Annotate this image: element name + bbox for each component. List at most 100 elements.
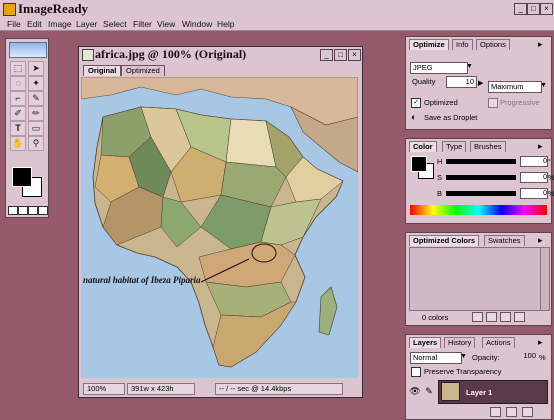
paintbrush-tool-icon[interactable]: ✐ — [10, 106, 26, 121]
blend-mode-select[interactable]: Normal — [410, 352, 462, 364]
crop-tool-icon[interactable]: ⌐ — [10, 91, 26, 106]
africa-map-image: natural habitat of Ibeza Piparia — [81, 77, 358, 378]
lock-color-icon[interactable] — [472, 312, 483, 322]
saturation-unit: % — [548, 173, 554, 182]
progressive-checkbox[interactable] — [488, 98, 498, 108]
new-color-icon[interactable] — [500, 312, 511, 322]
quality-label: Quality — [412, 77, 436, 86]
tab-history[interactable]: History — [444, 337, 476, 348]
menu-view[interactable]: View — [157, 19, 175, 29]
lasso-tool-icon[interactable]: ◌ — [10, 76, 26, 91]
optimized-label: Optimized — [424, 98, 458, 107]
format-select[interactable]: JPEG — [410, 62, 468, 74]
color-panel-menu-icon[interactable]: ▸ — [538, 141, 543, 151]
maximize-icon[interactable]: □ — [527, 3, 540, 15]
hue-slider[interactable] — [446, 159, 516, 164]
tab-color[interactable]: Color — [409, 141, 437, 152]
hue-value[interactable]: 0 — [520, 156, 548, 167]
menu-edit[interactable]: Edit — [27, 19, 42, 29]
optimized-colors-panel: Optimized Colors Swatches ▸ 0 colors — [405, 232, 552, 326]
screen-mode-icon[interactable] — [28, 206, 38, 215]
eraser-tool-icon[interactable]: ▭ — [28, 121, 44, 136]
droplet-icon[interactable]: ◐ — [411, 112, 416, 122]
menu-image[interactable]: Image — [48, 19, 72, 29]
pencil-tool-icon[interactable]: ✏ — [28, 106, 44, 121]
blend-mode-dropdown-icon[interactable]: ▼ — [460, 353, 467, 360]
tab-optimize[interactable]: Optimize — [409, 39, 449, 50]
menu-window[interactable]: Window — [182, 19, 212, 29]
tab-info[interactable]: Info — [452, 39, 473, 50]
imageready-logo-icon — [9, 42, 47, 58]
menu-filter[interactable]: Filter — [133, 19, 152, 29]
color-panel: Color Type Brushes ▸ H 0 ° S 0 % B 0 % — [405, 138, 554, 224]
color-table-area[interactable] — [409, 247, 541, 311]
africa-map-graphic — [81, 77, 358, 368]
quality-preset-select[interactable]: Maximum — [488, 81, 542, 93]
tab-actions[interactable]: Actions — [482, 337, 515, 348]
optimized-checkbox[interactable]: ✓ — [411, 98, 421, 108]
color-spectrum-bar[interactable] — [410, 205, 547, 215]
layer-thumbnail — [441, 382, 460, 401]
zoom-tool-icon[interactable]: ⚲ — [28, 136, 44, 151]
doc-minimize-icon[interactable]: _ — [320, 49, 333, 61]
new-layer-set-icon[interactable] — [490, 407, 501, 417]
color-table-scrollbar[interactable] — [540, 247, 550, 311]
marquee-tool-icon[interactable]: ⬚ — [10, 61, 26, 76]
quality-arrow-icon[interactable]: ▶ — [478, 79, 483, 87]
opacity-label: Opacity: — [472, 353, 500, 362]
tab-optimized[interactable]: Optimized — [121, 65, 165, 76]
tab-optimized-colors[interactable]: Optimized Colors — [409, 235, 480, 246]
slice-tool-icon[interactable]: ✎ — [28, 91, 44, 106]
type-tool-icon[interactable]: T — [10, 121, 26, 136]
hand-tool-icon[interactable]: ✋ — [10, 136, 26, 151]
web-shift-icon[interactable] — [486, 312, 497, 322]
panel-menu-icon[interactable]: ▸ — [538, 39, 543, 49]
optimize-panel: Optimize Info Options ▸ JPEG ▼ Quality 1… — [405, 36, 552, 130]
download-time-dropdown[interactable]: -- / -- sec @ 14.4kbps — [215, 383, 343, 395]
menu-help[interactable]: Help — [217, 19, 234, 29]
quality-preset-dropdown-icon[interactable]: ▼ — [540, 82, 547, 89]
doc-maximize-icon[interactable]: □ — [334, 49, 347, 61]
opacity-value[interactable]: 100 — [516, 351, 538, 361]
saturation-value[interactable]: 0 — [520, 172, 548, 183]
layer-visibility-eye-icon[interactable]: 👁 — [409, 380, 421, 402]
brightness-slider[interactable] — [446, 191, 516, 196]
tab-type[interactable]: Type — [442, 141, 467, 152]
saturation-slider[interactable] — [446, 175, 516, 180]
jump-to-photoshop-icon[interactable] — [38, 206, 48, 215]
preserve-transparency-checkbox[interactable] — [411, 367, 421, 377]
menu-file[interactable]: File — [7, 19, 21, 29]
brightness-value[interactable]: 0 — [520, 188, 548, 199]
tab-brushes[interactable]: Brushes — [470, 141, 506, 152]
new-layer-icon[interactable] — [506, 407, 517, 417]
foreground-color-front[interactable] — [12, 167, 32, 187]
tab-options[interactable]: Options — [476, 39, 510, 50]
hue-unit: ° — [548, 157, 551, 166]
tab-swatches[interactable]: Swatches — [484, 235, 525, 246]
tab-layers[interactable]: Layers — [409, 337, 442, 348]
tab-original[interactable]: Original — [83, 65, 122, 76]
layers-panel-menu-icon[interactable]: ▸ — [538, 337, 543, 347]
move-tool-icon[interactable]: ➤ — [28, 61, 44, 76]
standard-mode-icon[interactable] — [8, 206, 18, 215]
preserve-transparency-label: Preserve Transparency — [424, 367, 502, 376]
channel-h-label: H — [437, 157, 443, 166]
layers-panel: Layers History Actions ▸ Normal ▼ Opacit… — [405, 334, 552, 420]
zoom-level-dropdown[interactable]: 100% — [83, 383, 125, 395]
delete-color-icon[interactable] — [514, 312, 525, 322]
close-icon[interactable]: × — [540, 3, 553, 15]
image-size-dropdown[interactable]: 391w x 423h — [127, 383, 195, 395]
save-as-droplet-label[interactable]: Save as Droplet — [424, 113, 477, 122]
minimize-icon[interactable]: _ — [514, 3, 527, 15]
doc-close-icon[interactable]: × — [348, 49, 361, 61]
preview-mode-icon[interactable] — [18, 206, 28, 215]
menu-select[interactable]: Select — [103, 19, 127, 29]
format-dropdown-icon[interactable]: ▼ — [466, 63, 473, 70]
menu-layer[interactable]: Layer — [76, 19, 97, 29]
layer-brush-icon[interactable]: ✎ — [423, 380, 435, 402]
magic-wand-tool-icon[interactable]: ✦ — [28, 76, 44, 91]
color-foreground-front[interactable] — [411, 156, 427, 172]
optimized-colors-menu-icon[interactable]: ▸ — [538, 235, 543, 245]
quality-input[interactable]: 10 — [446, 76, 477, 88]
delete-layer-icon[interactable] — [522, 407, 533, 417]
